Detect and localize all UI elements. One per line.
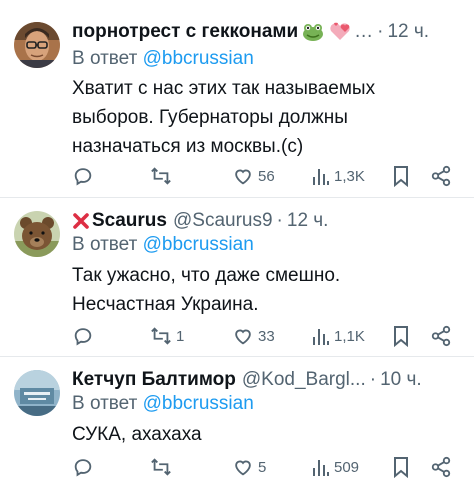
retweet-button[interactable] xyxy=(150,165,176,187)
like-button[interactable]: 33 xyxy=(232,325,275,347)
like-count: 33 xyxy=(258,327,275,345)
tweet-time[interactable]: 12 ч. xyxy=(387,21,429,43)
share-button[interactable] xyxy=(430,165,452,187)
bookmark-button[interactable] xyxy=(392,325,410,347)
share-button[interactable] xyxy=(430,325,452,347)
author-handle[interactable]: @Scaurus9 xyxy=(173,210,273,232)
bookmark-icon xyxy=(394,326,408,347)
heart-icon xyxy=(235,329,251,345)
avatar-man-glasses[interactable] xyxy=(14,22,60,68)
views-chart-icon xyxy=(313,460,329,476)
tweet-text: Так ужасно, что даже смешно. Несчастная … xyxy=(72,261,462,319)
reply-context: В ответ @bbcrussian xyxy=(72,393,254,415)
truncation-ellipsis: … xyxy=(354,21,374,42)
views-button[interactable]: 1,3K xyxy=(312,165,365,187)
share-icon xyxy=(431,165,451,187)
views-button[interactable]: 1,1K xyxy=(312,325,365,347)
avatar-image xyxy=(14,22,60,68)
frog-icon xyxy=(302,23,324,41)
avatar-image xyxy=(14,370,60,416)
tweet-text-line: выборов. Губернаторы должны xyxy=(72,107,348,128)
tweet-text-line: Несчастная Украина. xyxy=(72,294,259,315)
retweet-button[interactable] xyxy=(150,456,176,478)
reply-button[interactable] xyxy=(72,456,98,478)
views-count: 1,1K xyxy=(334,327,365,345)
heart-icon xyxy=(235,460,251,476)
tweet-text: Хватит с нас этих так называемых выборов… xyxy=(72,74,462,161)
author-name[interactable]: Scaurus xyxy=(92,210,167,232)
reply-prefix: В ответ xyxy=(72,234,138,255)
bookmark-icon xyxy=(394,166,408,187)
reply-icon xyxy=(74,168,92,186)
tweet-text-line: назначаться из москвы.(с) xyxy=(72,136,304,157)
reply-button[interactable] xyxy=(72,325,98,347)
reply-mention-link[interactable]: @bbcrussian xyxy=(143,48,254,69)
author-name[interactable]: порнотрест с гекконами xyxy=(72,21,298,43)
share-icon xyxy=(431,456,451,478)
tweet-time[interactable]: 10 ч. xyxy=(380,369,422,391)
tweet-text-line: СУКА, ахахаха xyxy=(72,424,202,445)
bookmark-icon xyxy=(394,457,408,478)
author-handle[interactable]: @Kod_Bargl... xyxy=(242,369,366,391)
retweet-button[interactable]: 1 xyxy=(150,325,184,347)
avatar-blue-image[interactable] xyxy=(14,370,60,416)
like-count: 5 xyxy=(258,458,267,476)
red-cross-icon xyxy=(72,212,90,230)
tweet-text: СУКА, ахахаха xyxy=(72,420,462,449)
views-count: 509 xyxy=(334,458,360,476)
tweet-header: порнотрест с гекконами … · 12 ч. xyxy=(72,21,430,43)
retweet-icon xyxy=(151,167,171,185)
tweet-text-line: Хватит с нас этих так называемых xyxy=(72,78,376,99)
tweet-2[interactable]: Scaurus @Scaurus9 · 12 ч. В ответ @bbcru… xyxy=(0,198,474,358)
reply-button[interactable] xyxy=(72,165,98,187)
tweet-3[interactable]: Кетчуп Балтимор @Kod_Bargl... · 10 ч. В … xyxy=(0,357,474,487)
tweet-actions: 5 509 xyxy=(0,454,474,480)
avatar-image xyxy=(14,211,60,257)
avatar-bear[interactable] xyxy=(14,211,60,257)
reply-context: В ответ @bbcrussian xyxy=(72,48,254,70)
views-chart-icon xyxy=(313,169,329,185)
retweet-count: 1 xyxy=(176,327,185,345)
reply-prefix: В ответ xyxy=(72,393,138,414)
views-count: 1,3K xyxy=(334,167,365,185)
reply-prefix: В ответ xyxy=(72,48,138,69)
tweet-time[interactable]: 12 ч. xyxy=(287,210,329,232)
bookmark-button[interactable] xyxy=(392,165,410,187)
tweet-1[interactable]: порнотрест с гекконами … · 12 ч. В ответ… xyxy=(0,0,474,200)
author-name[interactable]: Кетчуп Балтимор xyxy=(72,369,236,391)
tweet-actions: 1 33 1,1K xyxy=(0,323,474,349)
share-icon xyxy=(431,325,451,347)
bookmark-button[interactable] xyxy=(392,456,410,478)
pink-hearts-icon xyxy=(328,22,352,42)
like-button[interactable]: 5 xyxy=(232,456,266,478)
tweet-header: Кетчуп Балтимор @Kod_Bargl... · 10 ч. xyxy=(72,369,422,391)
heart-icon xyxy=(235,169,251,185)
views-chart-icon xyxy=(313,329,329,345)
reply-context: В ответ @bbcrussian xyxy=(72,234,254,256)
tweet-text-line: Так ужасно, что даже смешно. xyxy=(72,265,341,286)
retweet-icon xyxy=(151,327,171,345)
share-button[interactable] xyxy=(430,456,452,478)
reply-icon xyxy=(74,459,92,477)
reply-mention-link[interactable]: @bbcrussian xyxy=(143,393,254,414)
reply-mention-link[interactable]: @bbcrussian xyxy=(143,234,254,255)
like-count: 56 xyxy=(258,167,275,185)
views-button[interactable]: 509 xyxy=(312,456,359,478)
reply-icon xyxy=(74,328,92,346)
retweet-icon xyxy=(151,458,171,476)
tweet-actions: 56 1,3K xyxy=(0,163,474,189)
tweet-header: Scaurus @Scaurus9 · 12 ч. xyxy=(72,209,466,233)
like-button[interactable]: 56 xyxy=(232,165,275,187)
